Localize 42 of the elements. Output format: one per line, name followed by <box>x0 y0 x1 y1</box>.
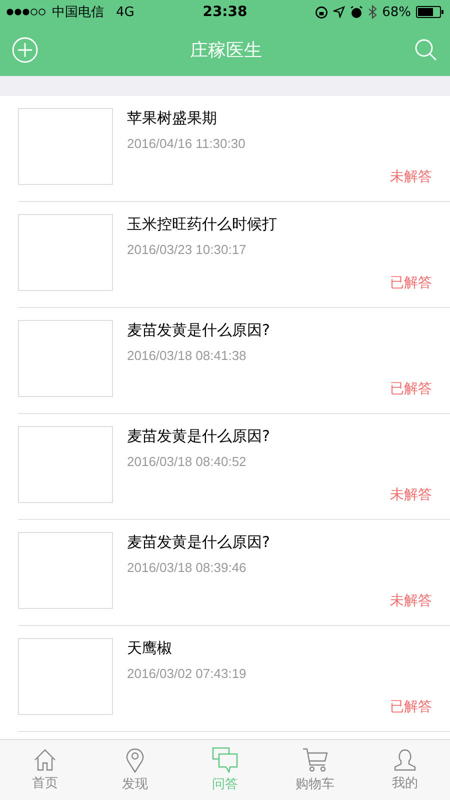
question-item[interactable]: 麦苗发黄是什么原因? 2016/03/18 08:41:38 已解答 <box>18 308 450 414</box>
question-title: 麦苗发黄是什么原因? <box>127 321 270 340</box>
page-title: 庄稼医生 <box>190 39 262 62</box>
answer-status: 未解答 <box>390 592 432 610</box>
answer-status: 未解答 <box>390 168 432 186</box>
answer-status: 已解答 <box>390 274 432 292</box>
signal-icon <box>6 8 46 16</box>
alarm-icon <box>350 6 364 18</box>
question-title: 麦苗发黄是什么原因? <box>127 533 270 552</box>
location-pin-icon <box>125 747 145 773</box>
question-item[interactable]: 麦苗发黄是什么原因? 2016/03/18 08:40:52 未解答 <box>18 414 450 520</box>
question-time: 2016/03/18 08:40:52 <box>127 454 246 469</box>
house-icon <box>33 748 57 772</box>
question-title: 天鹰椒 <box>127 639 172 658</box>
question-title: 玉米控旺药什么时候打 <box>127 215 277 234</box>
answer-status: 已解答 <box>390 380 432 398</box>
question-item[interactable]: 天鹰椒 2016/03/02 07:43:19 已解答 <box>18 626 450 732</box>
answer-status: 已解答 <box>390 698 432 716</box>
battery-text: 68% <box>382 4 411 20</box>
question-title: 麦苗发黄是什么原因? <box>127 427 270 446</box>
question-time: 2016/03/18 08:39:46 <box>127 560 246 575</box>
question-title: 苹果树盛果期 <box>127 109 217 128</box>
question-item[interactable]: 苹果树盛果期 2016/04/16 11:30:30 未解答 <box>18 96 450 202</box>
bluetooth-icon <box>368 5 378 19</box>
question-time: 2016/03/02 07:43:19 <box>127 666 246 681</box>
question-item[interactable]: 麦苗发黄是什么原因? 2016/03/18 08:39:46 未解答 <box>18 520 450 626</box>
cart-icon <box>302 747 328 773</box>
question-item[interactable]: 玉米控旺药什么时候打 2016/03/23 10:30:17 已解答 <box>18 202 450 308</box>
clock-text: 23:38 <box>202 4 248 20</box>
battery-icon <box>416 6 444 18</box>
network-text: 4G <box>116 4 134 20</box>
question-time: 2016/03/23 10:30:17 <box>127 242 246 257</box>
person-icon <box>394 748 416 772</box>
rotation-lock-icon <box>315 6 328 18</box>
search-button[interactable] <box>414 38 438 62</box>
question-time: 2016/03/18 08:41:38 <box>127 348 246 363</box>
question-time: 2016/04/16 11:30:30 <box>127 136 246 151</box>
location-icon <box>333 6 346 18</box>
answer-status: 未解答 <box>390 486 432 504</box>
add-button[interactable] <box>12 37 38 63</box>
carrier-text: 中国电信 <box>52 4 104 21</box>
chat-bubbles-icon <box>212 747 238 773</box>
